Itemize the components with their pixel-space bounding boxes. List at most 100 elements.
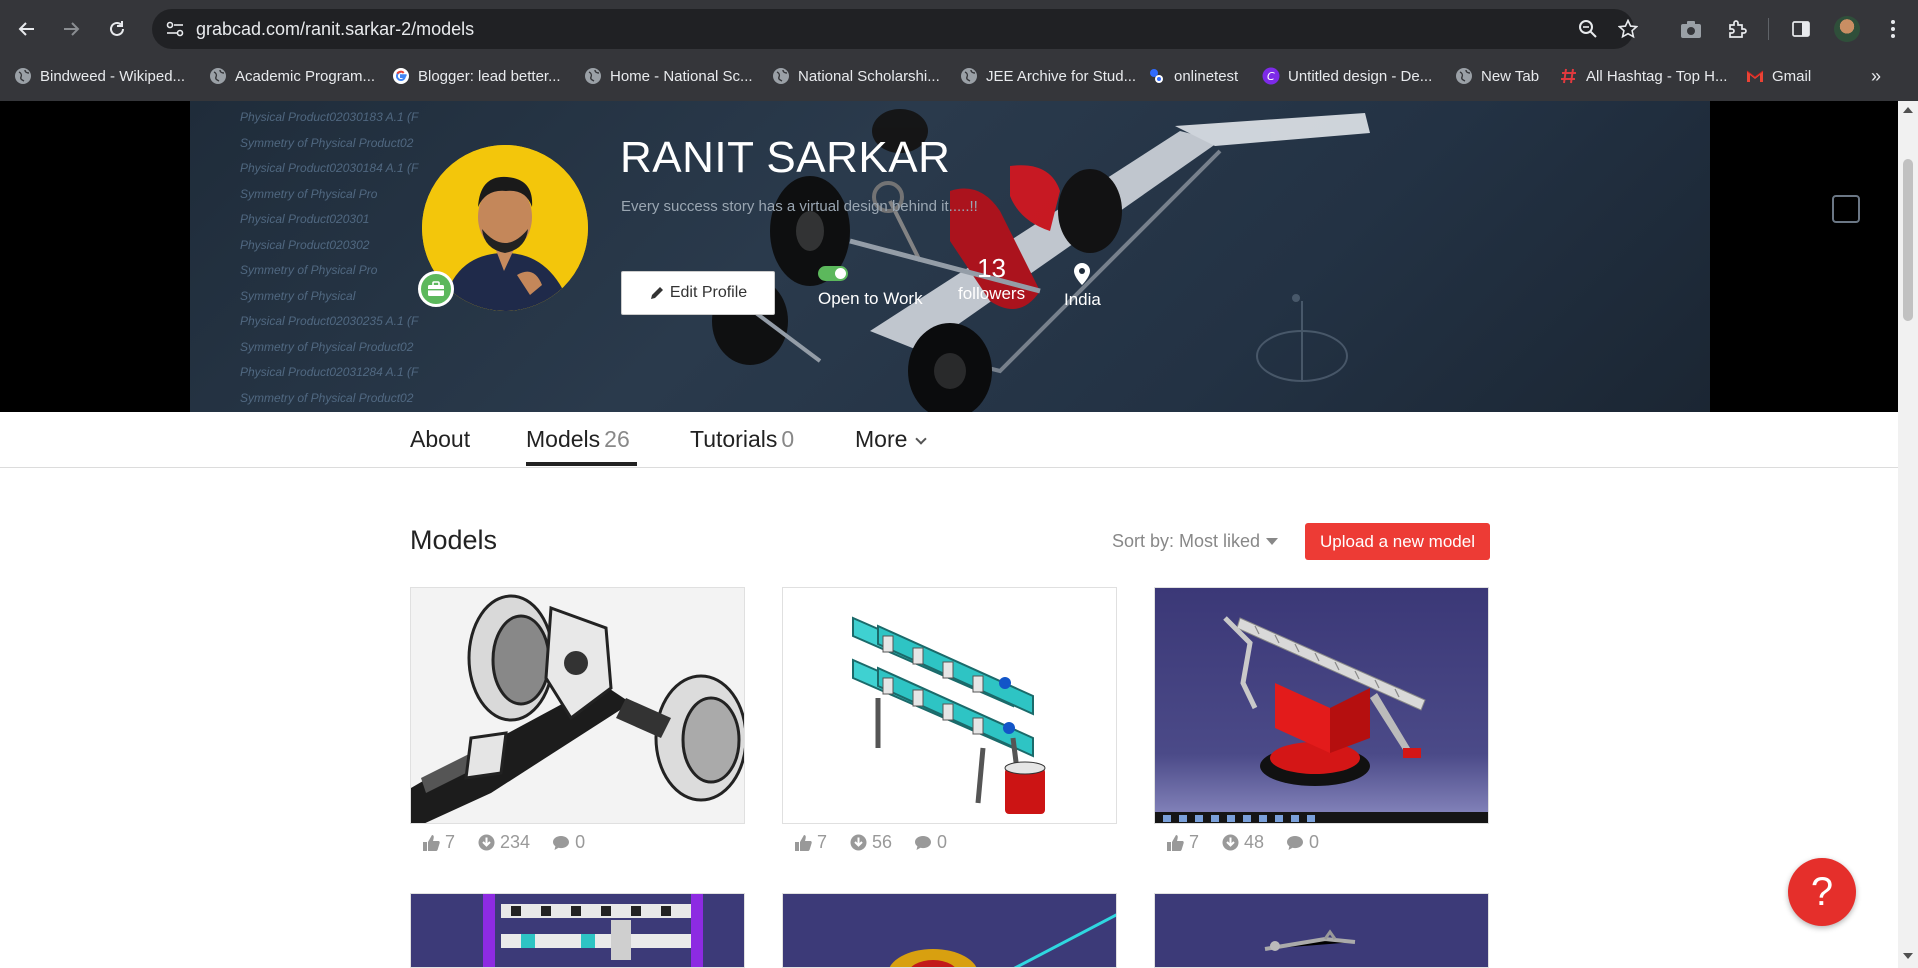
globe-icon: [14, 67, 32, 85]
menu-kebab-icon[interactable]: [1878, 14, 1908, 44]
back-button[interactable]: [12, 14, 42, 44]
bookmark-item[interactable]: All Hashtag - Top H...: [1560, 62, 1727, 90]
globe-icon: [960, 67, 978, 85]
open-to-work-status[interactable]: Open to Work: [818, 266, 923, 310]
location-stat: India: [1064, 263, 1101, 311]
active-tab-indicator: [526, 462, 637, 466]
model-thumbnail-robot-arm: [1155, 588, 1488, 823]
tab-about[interactable]: About: [410, 426, 470, 453]
browser-chrome: grabcad.com/ranit.sarkar-2/models Bindwe…: [0, 0, 1918, 101]
bookmark-star-icon[interactable]: [1616, 18, 1640, 40]
bookmark-item[interactable]: National Scholarshi...: [772, 62, 940, 90]
sort-dropdown[interactable]: Sort by: Most liked: [1112, 531, 1279, 552]
comment-icon: [552, 834, 570, 852]
bookmark-item[interactable]: onlinetest: [1148, 62, 1238, 90]
pencil-icon: [650, 286, 663, 299]
banner-tree-list: Physical Product02030183 A.1 (F Symmetry…: [240, 110, 419, 405]
thumbs-up-icon: [422, 834, 440, 852]
followers-count: 13: [977, 253, 1006, 283]
thumbs-up-icon: [1166, 834, 1184, 852]
briefcase-icon: [418, 271, 454, 307]
model-card-5[interactable]: [782, 893, 1117, 968]
location-text: India: [1064, 290, 1101, 309]
hashtag-icon: [1560, 67, 1578, 85]
chevron-down-icon: [915, 433, 928, 445]
reload-icon: [110, 21, 124, 36]
tab-more[interactable]: More: [855, 426, 928, 453]
bookmark-item[interactable]: Academic Program...: [209, 62, 375, 90]
model-thumbnail-6: [1155, 894, 1488, 967]
upload-model-button[interactable]: Upload a new model: [1305, 523, 1490, 560]
tab-tutorials[interactable]: Tutorials 0: [690, 426, 794, 453]
google-icon: [392, 67, 410, 85]
model-thumbnail-5: [783, 894, 1116, 967]
open-to-work-toggle[interactable]: [818, 266, 848, 281]
bookmarks-overflow-chevron-icon[interactable]: »: [1864, 62, 1888, 90]
scroll-down-arrow-icon[interactable]: [1903, 953, 1913, 959]
model-card-4[interactable]: [410, 893, 745, 968]
bookmark-item[interactable]: Gmail: [1746, 62, 1811, 90]
model-card-1-stats: 7 234 0: [422, 832, 585, 853]
site-settings-icon[interactable]: [162, 17, 188, 41]
model-card-6[interactable]: [1154, 893, 1489, 968]
gmail-icon: [1746, 67, 1764, 85]
model-card-1[interactable]: [410, 587, 745, 824]
screenshot-camera-icon[interactable]: [1676, 14, 1706, 44]
download-icon: [849, 834, 867, 852]
scroll-up-arrow-icon[interactable]: [1903, 107, 1913, 113]
model-card-2[interactable]: [782, 587, 1117, 824]
bookmark-item[interactable]: Blogger: lead better...: [392, 62, 561, 90]
page-content: Physical Product02030183 A.1 (F Symmetry…: [0, 101, 1898, 968]
model-thumbnail-axle: [411, 588, 744, 823]
globe-icon: [772, 67, 790, 85]
profile-avatar-icon[interactable]: [1834, 16, 1860, 42]
model-thumbnail-pipe-rack: [783, 588, 1116, 823]
models-section-title: Models: [410, 525, 498, 555]
profile-tagline: Every success story has a virtual design…: [621, 198, 978, 215]
browser-toolbar: grabcad.com/ranit.sarkar-2/models: [0, 0, 1918, 58]
model-card-2-stats: 7 56 0: [794, 832, 947, 853]
followers-stat[interactable]: 13 followers: [958, 253, 1025, 305]
thumbs-up-icon: [794, 834, 812, 852]
forward-button[interactable]: [56, 14, 86, 44]
comment-icon: [914, 834, 932, 852]
bookmarks-bar: Bindweed - Wikiped... Academic Program..…: [0, 62, 1918, 90]
extensions-puzzle-icon[interactable]: [1722, 14, 1752, 44]
bookmark-item[interactable]: New Tab: [1455, 62, 1539, 90]
bookmark-item[interactable]: C Untitled design - De...: [1262, 62, 1432, 90]
caret-down-icon: [1266, 538, 1279, 545]
side-panel-icon[interactable]: [1786, 14, 1816, 44]
page-scrollbar[interactable]: [1898, 101, 1918, 968]
bookmark-item[interactable]: JEE Archive for Stud...: [960, 62, 1136, 90]
map-pin-icon: [1074, 263, 1091, 285]
profile-name: RANIT SARKAR: [620, 133, 951, 182]
arrow-left-icon: [18, 22, 34, 36]
canva-icon: C: [1262, 67, 1280, 85]
download-icon: [477, 834, 495, 852]
address-bar[interactable]: grabcad.com/ranit.sarkar-2/models: [152, 9, 1638, 49]
model-card-3[interactable]: [1154, 587, 1489, 824]
globe-icon: [584, 67, 602, 85]
followers-label: followers: [958, 284, 1026, 303]
edit-profile-button[interactable]: Edit Profile: [621, 271, 775, 315]
scrollbar-thumb[interactable]: [1903, 159, 1913, 321]
download-icon: [1221, 834, 1239, 852]
globe-icon: [1455, 67, 1473, 85]
model-thumbnail-frame: [411, 894, 744, 967]
help-button[interactable]: ?: [1788, 858, 1856, 926]
profile-banner: Physical Product02030183 A.1 (F Symmetry…: [0, 101, 1898, 412]
tab-models[interactable]: Models 26: [526, 426, 630, 453]
bookmark-item[interactable]: Home - National Sc...: [584, 62, 753, 90]
url-text: grabcad.com/ranit.sarkar-2/models: [196, 19, 475, 39]
zoom-icon[interactable]: [1576, 18, 1600, 40]
bookmark-item[interactable]: Bindweed - Wikiped...: [14, 62, 185, 90]
comment-icon: [1286, 834, 1304, 852]
model-card-3-stats: 7 48 0: [1166, 832, 1319, 853]
onlinetest-icon: [1148, 67, 1166, 85]
banner-square-icon: [1832, 195, 1860, 223]
reload-button[interactable]: [102, 14, 132, 44]
arrow-right-icon: [64, 22, 80, 36]
svg-text:C: C: [1267, 70, 1275, 83]
globe-icon: [209, 67, 227, 85]
profile-tabs: About Models 26 Tutorials 0 More: [0, 412, 1898, 468]
